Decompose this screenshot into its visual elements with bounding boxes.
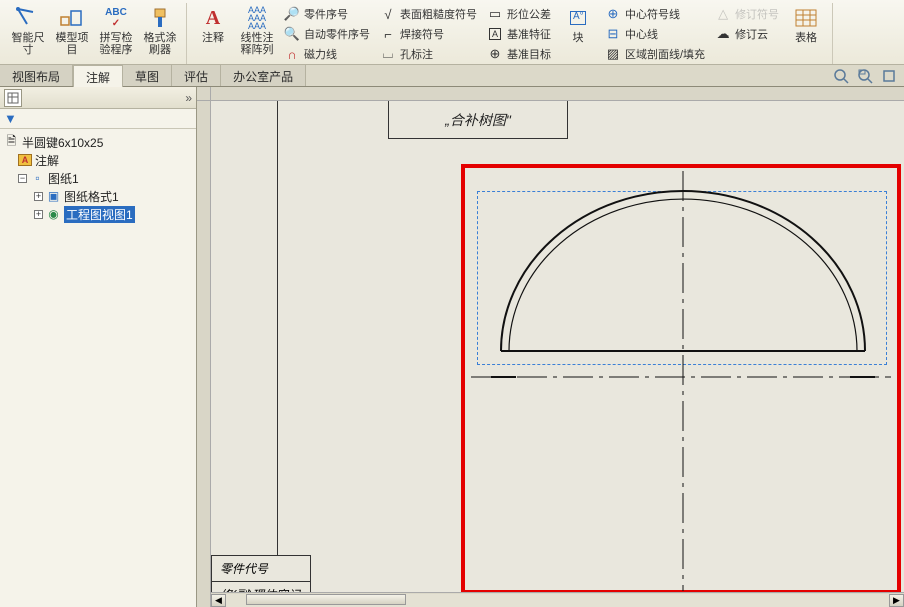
auto-balloon-button[interactable]: 🔍自动零件序号: [282, 25, 372, 43]
auto-balloon-icon: 🔍: [284, 26, 300, 42]
revision-cloud-icon: ☁: [715, 26, 731, 42]
drawing-icon: 🗎: [4, 135, 19, 150]
datum-feature-icon: A: [487, 26, 503, 42]
revision-symbol-button: △修订符号: [713, 5, 781, 23]
magnetic-line-button[interactable]: ∩磁力线: [282, 45, 372, 63]
ruler-corner: [197, 87, 211, 101]
panel-header: »: [0, 87, 196, 109]
ribbon-group-annotate: A 注释 AAAAAAAAA 线性注释阵列 🔎零件序号 🔍自动零件序号 ∩磁力线…: [187, 3, 833, 64]
tree-sheet-format[interactable]: + ▣ 图纸格式1: [2, 187, 194, 205]
revision-cloud-button[interactable]: ☁修订云: [713, 25, 781, 43]
zoom-fit-icon[interactable]: [832, 67, 850, 85]
expand-icon[interactable]: +: [34, 192, 43, 201]
tree-annotations[interactable]: A 注解: [2, 151, 194, 169]
surface-finish-button[interactable]: √表面粗糙度符号: [378, 5, 479, 23]
ribbon-group-dimension: 智能尺寸 模型项目 ABC✓ 拼写检验程序 格式涂刷器: [2, 3, 187, 64]
model-items-button[interactable]: 模型项目: [50, 3, 94, 58]
scroll-right-button[interactable]: ▶: [889, 594, 904, 607]
drawing-canvas[interactable]: „合补树图" 零件代号 修(副: [211, 101, 904, 607]
tab-evaluate[interactable]: 评估: [172, 65, 221, 86]
tab-annotation[interactable]: 注解: [73, 65, 123, 87]
area-hatch-icon: ▨: [605, 46, 621, 62]
zoom-area-icon[interactable]: [856, 67, 874, 85]
ribbon-stack-datum: ▭形位公差 A基准特征 ⊕基准目标: [482, 3, 556, 65]
hole-callout-button[interactable]: ⌴孔标注: [378, 45, 479, 63]
feature-tree: 🗎 半圆键6x10x25 A 注解 − ▫ 图纸1 + ▣ 图纸格式1 + ◉ …: [0, 129, 196, 227]
linear-pattern-icon: AAAAAAAAA: [243, 5, 271, 31]
ribbon-stack-symbols: √表面粗糙度符号 ⌐焊接符号 ⌴孔标注: [375, 3, 482, 65]
center-mark-button[interactable]: ⊕中心符号线: [603, 5, 707, 23]
datum-target-button[interactable]: ⊕基准目标: [485, 45, 553, 63]
block-icon: A°: [564, 5, 592, 31]
balloon-icon: 🔎: [284, 6, 300, 22]
datum-target-icon: ⊕: [487, 46, 503, 62]
panel-collapse-icon[interactable]: »: [185, 91, 192, 105]
tab-strip: 视图布局 注解 草图 评估 办公室产品: [0, 65, 904, 87]
geo-tolerance-button[interactable]: ▭形位公差: [485, 5, 553, 23]
tree-root[interactable]: 🗎 半圆键6x10x25: [2, 133, 194, 151]
smart-dimension-icon: [14, 5, 42, 31]
scroll-thumb[interactable]: [246, 594, 406, 605]
drawing-view-icon: ◉: [46, 207, 61, 222]
magnetic-line-icon: ∩: [284, 46, 300, 62]
tree-sheet[interactable]: − ▫ 图纸1: [2, 169, 194, 187]
tree-drawing-view[interactable]: + ◉ 工程图视图1: [2, 205, 194, 223]
centerline-icon: ⊟: [605, 26, 621, 42]
scroll-left-button[interactable]: ◀: [211, 594, 226, 607]
sheet-icon: ▫: [30, 171, 45, 186]
center-mark-icon: ⊕: [605, 6, 621, 22]
tables-button[interactable]: 表格: [784, 3, 828, 46]
balloon-button[interactable]: 🔎零件序号: [282, 5, 372, 23]
geo-tolerance-icon: ▭: [487, 6, 503, 22]
tables-icon: [792, 5, 820, 31]
ribbon-stack-balloon: 🔎零件序号 🔍自动零件序号 ∩磁力线: [279, 3, 375, 65]
spell-check-icon: ABC✓: [102, 5, 130, 31]
ribbon-stack-center: ⊕中心符号线 ⊟中心线 ▨区域剖面线/填充: [600, 3, 710, 65]
ribbon-toolbar: 智能尺寸 模型项目 ABC✓ 拼写检验程序 格式涂刷器 A 注释 AAAAAA: [0, 0, 904, 65]
filter-icon[interactable]: ▼: [4, 111, 20, 127]
note-button[interactable]: A 注释: [191, 3, 235, 46]
annotation-folder-icon: A: [18, 154, 32, 166]
filter-row: ▼: [0, 109, 196, 129]
tab-sketch[interactable]: 草图: [123, 65, 172, 86]
main-area: » ▼ 🗎 半圆键6x10x25 A 注解 − ▫ 图纸1 + ▣ 图纸格式1: [0, 87, 904, 607]
expand-icon[interactable]: −: [18, 174, 27, 183]
expand-icon[interactable]: +: [34, 210, 43, 219]
tab-view-layout[interactable]: 视图布局: [0, 65, 73, 86]
format-painter-button[interactable]: 格式涂刷器: [138, 3, 182, 58]
format-painter-icon: [146, 5, 174, 31]
scroll-track[interactable]: [226, 594, 889, 607]
sheet-format-icon: ▣: [46, 189, 61, 204]
horizontal-scrollbar[interactable]: ◀ ▶: [211, 592, 904, 607]
datum-feature-button[interactable]: A基准特征: [485, 25, 553, 43]
title-block-row: 零件代号: [211, 555, 311, 581]
hole-callout-icon: ⌴: [380, 46, 396, 62]
panel-tab-icon[interactable]: [4, 89, 22, 107]
drawing-view-geometry[interactable]: [461, 161, 901, 601]
spell-check-button[interactable]: ABC✓ 拼写检验程序: [94, 3, 138, 58]
view-tools: [832, 67, 898, 85]
smart-dimension-button[interactable]: 智能尺寸: [6, 3, 50, 58]
drawing-title-box: „合补树图": [388, 101, 568, 139]
view-cube-icon[interactable]: [880, 67, 898, 85]
tab-office[interactable]: 办公室产品: [221, 65, 306, 86]
area-hatch-button[interactable]: ▨区域剖面线/填充: [603, 45, 707, 63]
revision-symbol-icon: △: [715, 6, 731, 22]
weld-symbol-icon: ⌐: [380, 26, 396, 42]
linear-pattern-button[interactable]: AAAAAAAAA 线性注释阵列: [235, 3, 279, 58]
centerline-button[interactable]: ⊟中心线: [603, 25, 707, 43]
block-button[interactable]: A° 块: [556, 3, 600, 46]
model-items-icon: [58, 5, 86, 31]
ribbon-stack-revision: △修订符号 ☁修订云: [710, 3, 784, 45]
surface-finish-icon: √: [380, 6, 396, 22]
ruler-vertical: [197, 101, 211, 607]
feature-tree-panel: » ▼ 🗎 半圆键6x10x25 A 注解 − ▫ 图纸1 + ▣ 图纸格式1: [0, 87, 197, 607]
drawing-canvas-wrap: „合补树图" 零件代号 修(副: [197, 87, 904, 607]
note-icon: A: [199, 5, 227, 31]
ruler-horizontal: [211, 87, 904, 101]
weld-symbol-button[interactable]: ⌐焊接符号: [378, 25, 479, 43]
